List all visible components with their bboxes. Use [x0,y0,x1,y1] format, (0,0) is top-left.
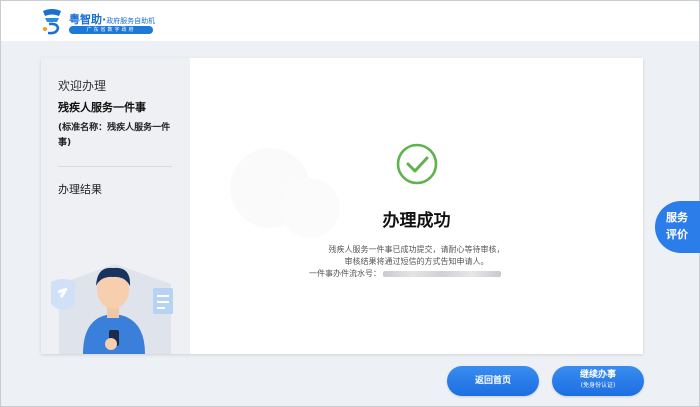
check-circle-icon [396,143,438,185]
service-name: 残疾人服务一件事 [58,99,146,115]
welcome-text: 欢迎办理 [58,77,106,94]
serial-value-redacted [383,271,501,277]
evaluate-line1: 服务 [666,209,700,226]
standard-name: (标准名称：残疾人服务一件事) [58,121,178,151]
service-evaluation-button[interactable]: 服务 评价 [655,201,700,253]
continue-button[interactable]: 继续办事 (免身份认证) [552,366,644,396]
evaluate-line2: 评价 [666,226,700,243]
brand-title: 粤智助·政府服务自助机 [69,11,155,27]
result-main: 办理成功 残疾人服务一件事已成功提交，请耐心等待审核， 审核结果将通过短信的方式… [190,58,643,354]
sidebar-divider [58,166,172,167]
success-message-line1: 残疾人服务一件事已成功提交，请耐心等待审核， [190,244,643,255]
step-result-label: 办理结果 [58,181,102,197]
success-message-line2: 审核结果将通过短信的方式告知申请人。 [190,256,643,267]
brand-logo: 粤智助·政府服务自助机 广东省数字政府 [39,7,169,37]
continue-label: 继续办事 [552,370,644,381]
person-with-phone-illustration [49,244,181,354]
result-card: 欢迎办理 残疾人服务一件事 (标准名称：残疾人服务一件事) 办理结果 [41,58,643,354]
continue-sublabel: (免身份认证) [552,381,644,390]
brand-pill: 广东省数字政府 [69,26,153,34]
top-header: 粤智助·政府服务自助机 广东省数字政府 [1,1,699,41]
success-title: 办理成功 [190,206,643,231]
service-sidebar: 欢迎办理 残疾人服务一件事 (标准名称：残疾人服务一件事) 办理结果 [41,58,190,354]
watermark-graphic [210,138,350,248]
yue-logo-icon [39,7,65,35]
back-home-button[interactable]: 返回首页 [447,366,539,396]
serial-number: 一件事办件流水号： [309,268,501,279]
serial-label: 一件事办件流水号： [309,269,381,278]
